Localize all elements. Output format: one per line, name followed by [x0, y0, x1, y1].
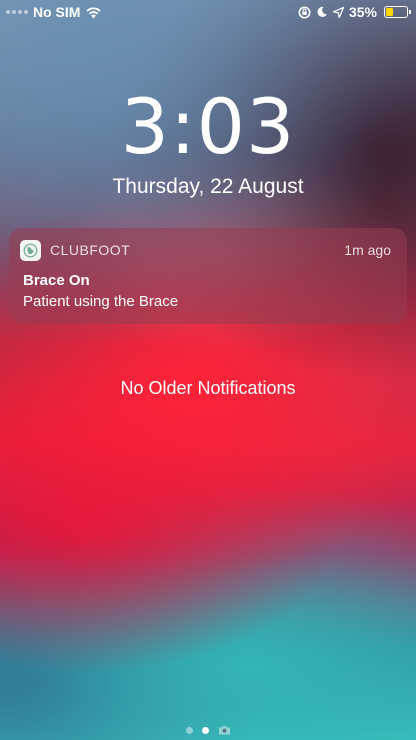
status-left: No SIM — [6, 4, 102, 20]
notification-app-name: CLUBFOOT — [50, 242, 131, 258]
clubfoot-app-icon — [20, 239, 41, 261]
rotation-lock-icon — [298, 6, 311, 19]
location-icon — [332, 6, 344, 18]
no-older-notifications-label: No Older Notifications — [120, 378, 296, 398]
moon-icon — [316, 6, 328, 18]
wifi-icon — [85, 6, 102, 19]
page-dot-1[interactable] — [185, 726, 193, 734]
notification-app: CLUBFOOT — [20, 239, 131, 261]
status-right: 35% — [298, 4, 411, 20]
notification-time: 1m ago — [344, 242, 391, 258]
signal-dots-icon — [6, 10, 28, 14]
battery-fill — [386, 8, 393, 16]
lock-screen-time: 3:03 — [120, 82, 296, 171]
page-indicator[interactable] — [0, 725, 416, 735]
page-dot-2[interactable] — [201, 726, 209, 734]
notification-header: CLUBFOOT 1m ago — [9, 228, 407, 272]
camera-icon[interactable] — [218, 725, 231, 735]
notification-body: Patient using the Brace — [23, 293, 179, 310]
notification-card[interactable]: CLUBFOOT 1m ago Brace On Patient using t… — [9, 228, 407, 324]
status-bar: No SIM 35% — [0, 0, 416, 24]
battery-icon — [384, 6, 411, 18]
carrier-label: No SIM — [33, 4, 81, 20]
notification-title: Brace On — [23, 272, 90, 289]
battery-percent: 35% — [348, 4, 377, 20]
lock-screen-date: Thursday, 22 August — [112, 175, 304, 198]
